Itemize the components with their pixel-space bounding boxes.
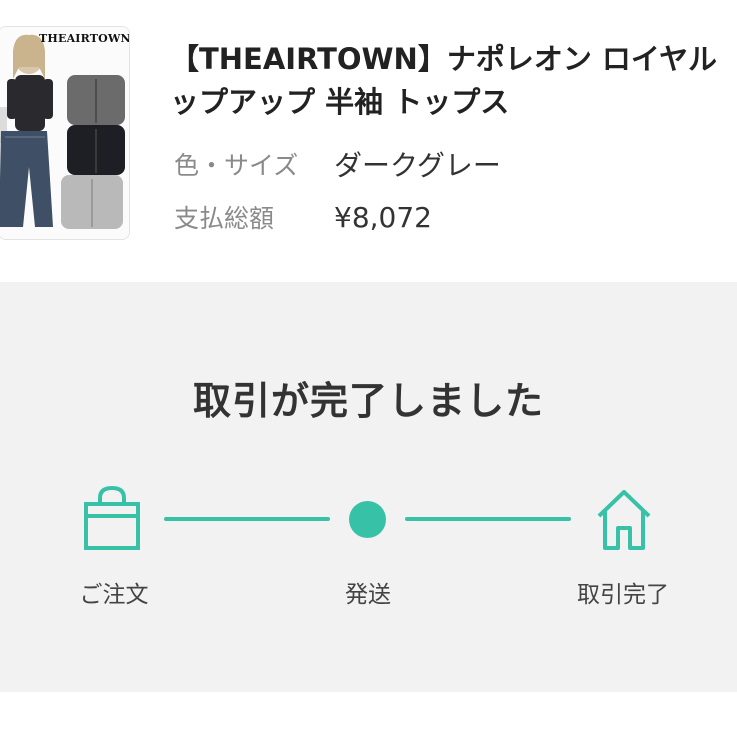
shipping-dot-icon bbox=[349, 501, 386, 538]
step-label-shipping: 発送 bbox=[345, 582, 391, 608]
product-thumbnail[interactable]: THEAIRTOWN bbox=[0, 26, 130, 240]
step-label-complete: 取引完了 bbox=[577, 582, 669, 608]
total-payment-row: 支払総額 ¥8,072 bbox=[174, 197, 432, 237]
product-card[interactable]: THEAIRTOWN 【THEAIRTOWN】ナポレオン ロイヤル ップアップ … bbox=[0, 0, 737, 282]
bottom-strip bbox=[0, 692, 737, 737]
product-title-line-2: ップアップ 半袖 トップス bbox=[170, 85, 510, 119]
thumbnail-brand-text: THEAIRTOWN bbox=[39, 32, 130, 45]
color-size-value: ダークグレー bbox=[334, 149, 501, 182]
product-title[interactable]: 【THEAIRTOWN】ナポレオン ロイヤル ップアップ 半袖 トップス bbox=[170, 38, 737, 124]
shopping-bag-icon bbox=[84, 486, 140, 550]
progress-line-2 bbox=[405, 517, 571, 521]
total-payment-value: ¥8,072 bbox=[334, 200, 432, 234]
color-size-row: 色・サイズ ダークグレー bbox=[174, 144, 501, 184]
transaction-status-panel: 取引が完了しました ご注文 発送 取引完了 bbox=[0, 282, 737, 692]
product-title-line-1: 【THEAIRTOWN】ナポレオン ロイヤル bbox=[170, 42, 718, 76]
step-label-order: ご注文 bbox=[79, 582, 149, 608]
transaction-page: THEAIRTOWN 【THEAIRTOWN】ナポレオン ロイヤル ップアップ … bbox=[0, 0, 737, 737]
product-photo bbox=[0, 27, 129, 239]
house-icon bbox=[597, 490, 651, 550]
progress-line-1 bbox=[164, 517, 330, 521]
color-size-label: 色・サイズ bbox=[174, 151, 299, 180]
status-title: 取引が完了しました bbox=[192, 379, 544, 423]
total-payment-label: 支払総額 bbox=[174, 204, 275, 233]
